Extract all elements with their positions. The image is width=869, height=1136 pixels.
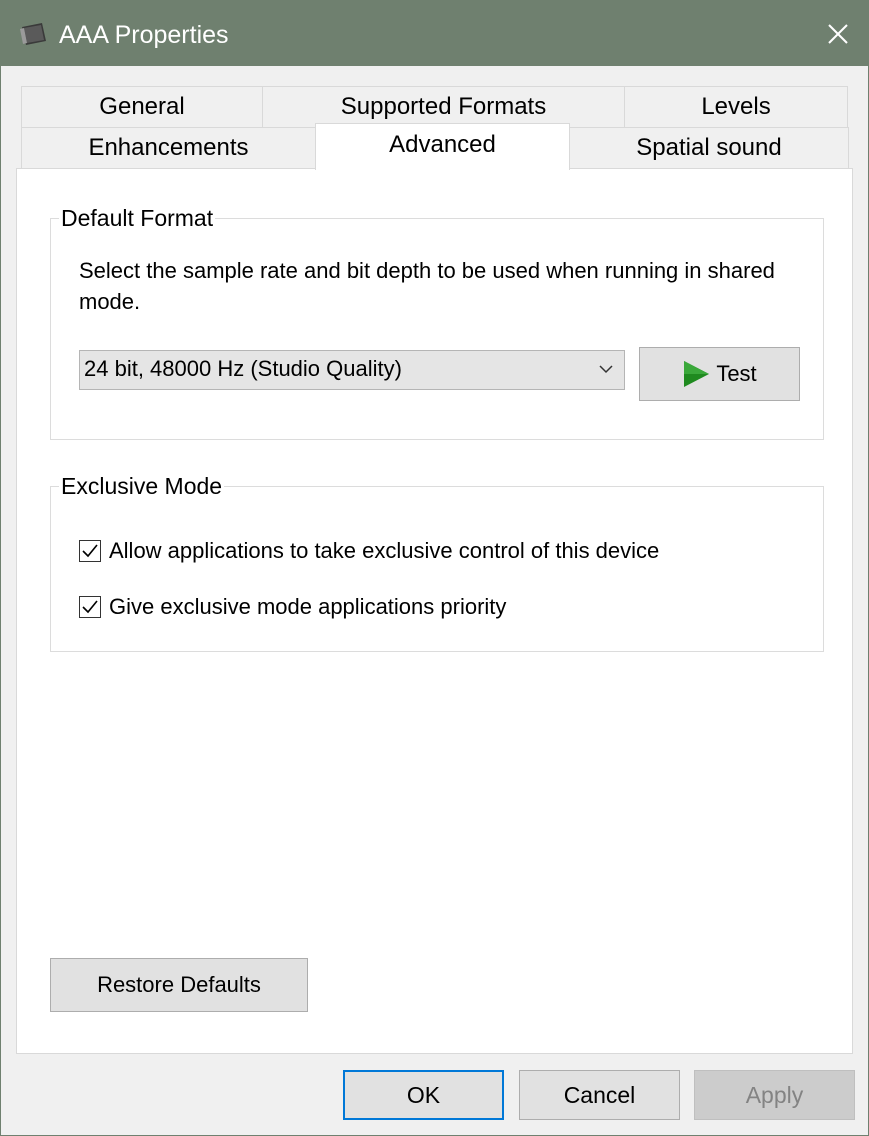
window-title: AAA Properties <box>59 21 229 49</box>
close-icon <box>828 23 848 44</box>
tab-label: Spatial sound <box>636 134 782 161</box>
tab-label: General <box>99 93 185 120</box>
allow-exclusive-control-label: Allow applications to take exclusive con… <box>109 538 660 563</box>
chevron-down-icon <box>599 365 613 374</box>
tab-label: Supported Formats <box>340 93 547 120</box>
speaker-device-icon <box>20 23 46 45</box>
properties-window: AAA Properties General Supported Formats… <box>0 0 869 1136</box>
tab-label: Levels <box>701 93 771 120</box>
checkmark-icon <box>82 544 98 558</box>
exclusive-mode-label: Exclusive Mode <box>59 471 225 501</box>
title-bar[interactable]: AAA Properties <box>1 1 868 66</box>
checkmark-icon <box>82 600 98 614</box>
tab-enhancements[interactable]: Enhancements <box>21 127 316 169</box>
test-button[interactable]: Test <box>639 347 800 401</box>
tab-spatial-sound[interactable]: Spatial sound <box>569 127 849 169</box>
default-format-group: Default Format Select the sample rate an… <box>50 203 824 440</box>
exclusive-priority-checkbox[interactable] <box>79 596 101 618</box>
test-button-label: Test <box>716 361 757 386</box>
allow-exclusive-control-option[interactable]: Allow applications to take exclusive con… <box>79 536 659 566</box>
default-format-dropdown[interactable]: 24 bit, 48000 Hz (Studio Quality) <box>79 350 625 390</box>
apply-button[interactable]: Apply <box>694 1070 855 1120</box>
selected-format-value: 24 bit, 48000 Hz (Studio Quality) <box>84 356 402 381</box>
allow-exclusive-control-checkbox[interactable] <box>79 540 101 562</box>
ok-button[interactable]: OK <box>343 1070 504 1120</box>
tab-general[interactable]: General <box>21 86 263 128</box>
default-format-label: Default Format <box>59 203 216 233</box>
default-format-description: Select the sample rate and bit depth to … <box>79 258 775 314</box>
restore-defaults-button[interactable]: Restore Defaults <box>50 958 308 1012</box>
apply-button-label: Apply <box>745 1081 804 1108</box>
exclusive-priority-option[interactable]: Give exclusive mode applications priorit… <box>79 592 506 622</box>
close-button[interactable] <box>808 1 868 66</box>
cancel-button-label: Cancel <box>563 1081 636 1108</box>
tab-label: Advanced <box>389 131 496 158</box>
tab-label: Enhancements <box>88 134 249 161</box>
tab-levels[interactable]: Levels <box>624 86 848 128</box>
tab-supported-formats[interactable]: Supported Formats <box>262 86 625 128</box>
exclusive-priority-label: Give exclusive mode applications priorit… <box>109 594 507 619</box>
ok-button-label: OK <box>406 1081 441 1108</box>
advanced-tab-panel: Default Format Select the sample rate an… <box>16 168 853 1054</box>
exclusive-mode-group: Exclusive Mode Allow applications to tak… <box>50 471 824 652</box>
restore-defaults-label: Restore Defaults <box>97 972 261 997</box>
cancel-button[interactable]: Cancel <box>519 1070 680 1120</box>
tab-advanced[interactable]: Advanced <box>315 123 570 170</box>
play-icon <box>684 361 710 387</box>
